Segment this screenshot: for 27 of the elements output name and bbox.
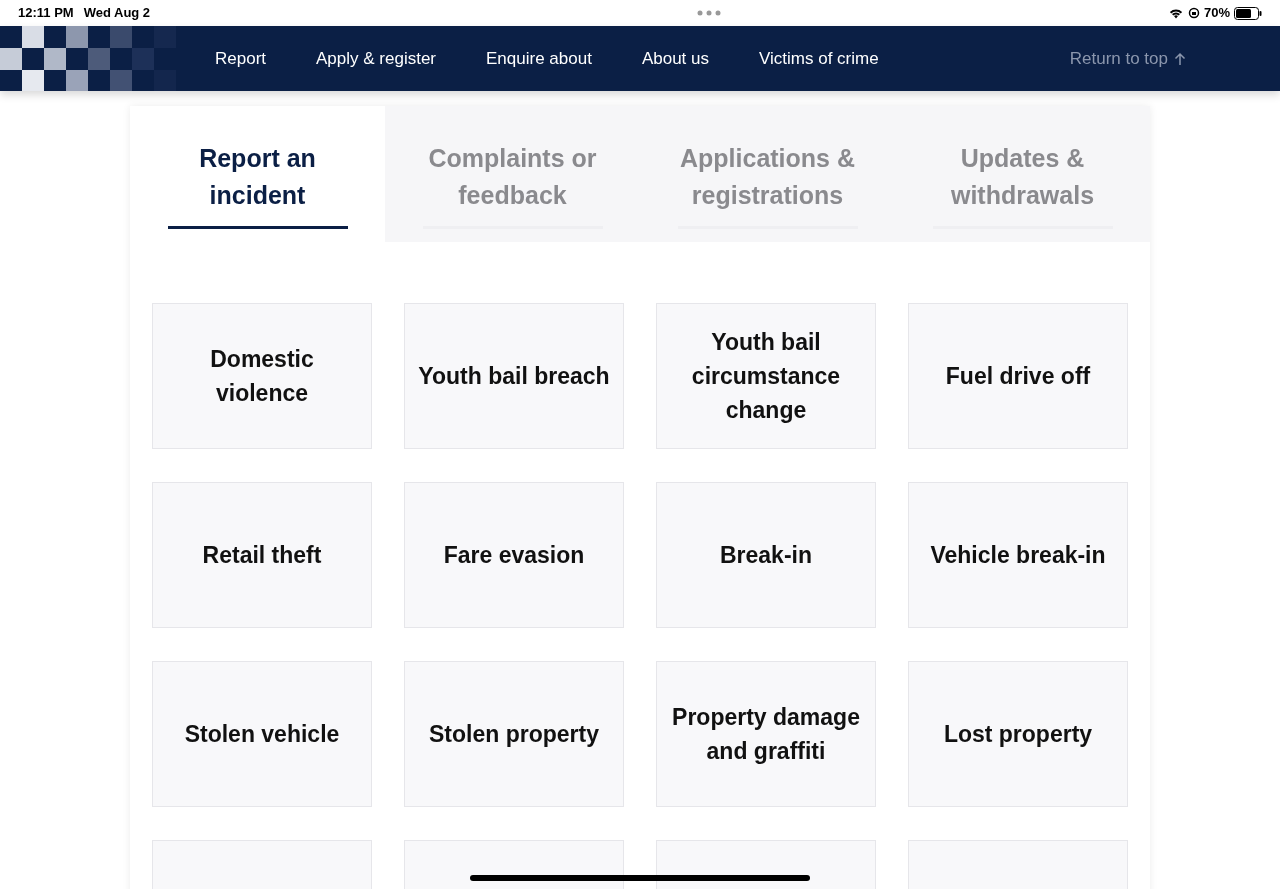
battery-icon — [1234, 6, 1262, 20]
return-to-top-link[interactable]: Return to top — [1069, 45, 1186, 72]
nav-link[interactable]: Victims of crime — [759, 45, 879, 72]
incident-type-tile[interactable]: Retail theft — [152, 482, 372, 628]
incident-type-tile[interactable]: Youth bail breach — [404, 303, 624, 449]
nav-link[interactable]: Report — [215, 45, 267, 72]
incident-type-tile[interactable]: Stolen property — [404, 661, 624, 807]
status-date: Wed Aug 2 — [83, 4, 151, 23]
incident-type-tile[interactable]: Fuel drive off — [908, 303, 1128, 449]
incident-type-tile[interactable]: Fare evasion — [404, 482, 624, 628]
status-time: 12:11 PM — [18, 4, 74, 23]
nav-link[interactable]: About us — [641, 45, 709, 72]
incident-type-tile[interactable]: Stolen vehicle — [152, 661, 372, 807]
incident-type-tile[interactable]: Property damage and graffiti — [656, 661, 876, 807]
incident-type-tile[interactable]: Vehicle break-in — [908, 482, 1128, 628]
more-dots-icon — [697, 10, 722, 16]
incident-type-tile[interactable]: Break-in — [656, 482, 876, 628]
wifi-icon — [1167, 7, 1184, 19]
incident-type-tile[interactable]: Lost property — [908, 661, 1128, 807]
category-tab[interactable]: Report an incident — [130, 106, 385, 242]
incident-type-tile[interactable]: Domestic violence — [152, 303, 372, 449]
incident-type-tile[interactable]: Youth bail circumstance change — [656, 303, 876, 449]
lock-rotation-icon — [1187, 7, 1200, 19]
up-arrow-icon — [1174, 51, 1186, 66]
battery-percent: 70% — [1203, 4, 1230, 23]
nav-link[interactable]: Enquire about — [486, 45, 592, 72]
nav-link[interactable]: Apply & register — [316, 45, 437, 72]
